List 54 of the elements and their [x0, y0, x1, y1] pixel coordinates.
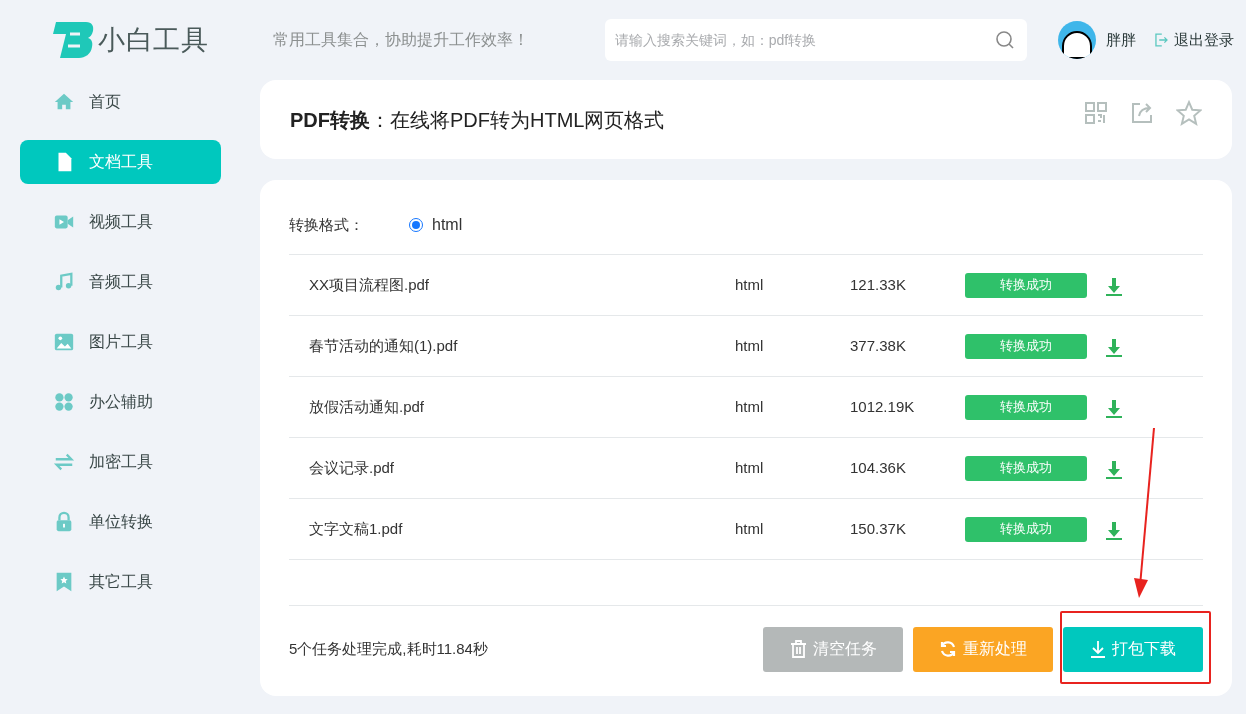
download-icon[interactable] — [1105, 460, 1123, 480]
search-field[interactable]: 请输入搜索关键词，如：pdf转换 — [604, 19, 1027, 61]
logout-link[interactable]: 退出登录 — [1174, 28, 1234, 52]
status-badge: 转换成功 — [965, 333, 1087, 359]
status-badge: 转换成功 — [965, 455, 1087, 481]
file-format: html — [735, 457, 765, 478]
file-size: 377.38K — [850, 335, 907, 356]
file-name: 会议记录.pdf — [309, 457, 396, 478]
sidebar-item[interactable]: 视频工具 — [20, 200, 221, 244]
file-format: html — [735, 335, 765, 356]
search-icon[interactable] — [994, 30, 1015, 50]
file-size: 1012.19K — [850, 396, 916, 417]
picture-icon — [53, 331, 75, 353]
page-title: PDF转换：在线将PDF转为HTML网页格式 — [290, 107, 665, 133]
file-format: html — [735, 396, 765, 417]
download-icon — [1090, 640, 1106, 658]
file-name: 放假活动通知.pdf — [309, 396, 426, 417]
summary-text: 5个任务处理完成,耗时11.84秒 — [289, 638, 488, 659]
download-icon[interactable] — [1105, 399, 1123, 419]
sidebar-item[interactable]: 加密工具 — [20, 440, 221, 484]
four-petal-icon — [53, 391, 75, 413]
trash-icon — [789, 640, 807, 658]
music-note-icon — [53, 271, 75, 293]
swap-arrows-icon — [53, 451, 75, 473]
refresh-icon — [939, 640, 957, 658]
file-name: 春节活动的通知(1).pdf — [309, 335, 459, 356]
status-badge: 转换成功 — [965, 272, 1087, 298]
format-label: 转换格式： — [289, 214, 365, 235]
avatar[interactable] — [1057, 21, 1096, 59]
sidebar-item[interactable]: 图片工具 — [20, 320, 221, 364]
file-format: html — [735, 518, 765, 539]
file-format: html — [735, 274, 765, 295]
file-size: 121.33K — [850, 274, 907, 295]
star-icon[interactable] — [1176, 99, 1202, 126]
file-name: XX项目流程图.pdf — [309, 274, 431, 295]
download-icon[interactable] — [1105, 338, 1123, 358]
sidebar-item[interactable]: 其它工具 — [20, 560, 221, 604]
sidebar-item[interactable]: 办公辅助 — [20, 380, 221, 424]
logo-text: 小白工具 — [98, 23, 209, 57]
status-badge: 转换成功 — [965, 516, 1087, 542]
sidebar-item[interactable]: 音频工具 — [20, 260, 221, 304]
sidebar-item[interactable]: 单位转换 — [20, 500, 221, 544]
tagline: 常用工具集合，协助提升工作效率！ — [272, 30, 529, 50]
user-name[interactable]: 胖胖 — [1105, 28, 1136, 52]
format-radio[interactable]: html — [409, 213, 463, 237]
download-icon[interactable] — [1105, 521, 1123, 541]
download-icon[interactable] — [1105, 277, 1123, 297]
sidebar-item[interactable]: 首页 — [20, 80, 221, 124]
share-icon[interactable] — [1130, 100, 1154, 125]
qr-code-icon[interactable] — [1084, 100, 1108, 125]
file-size: 150.37K — [850, 518, 907, 539]
file-size: 104.36K — [850, 457, 907, 478]
file-name: 文字文稿1.pdf — [309, 518, 404, 539]
status-badge: 转换成功 — [965, 394, 1087, 420]
